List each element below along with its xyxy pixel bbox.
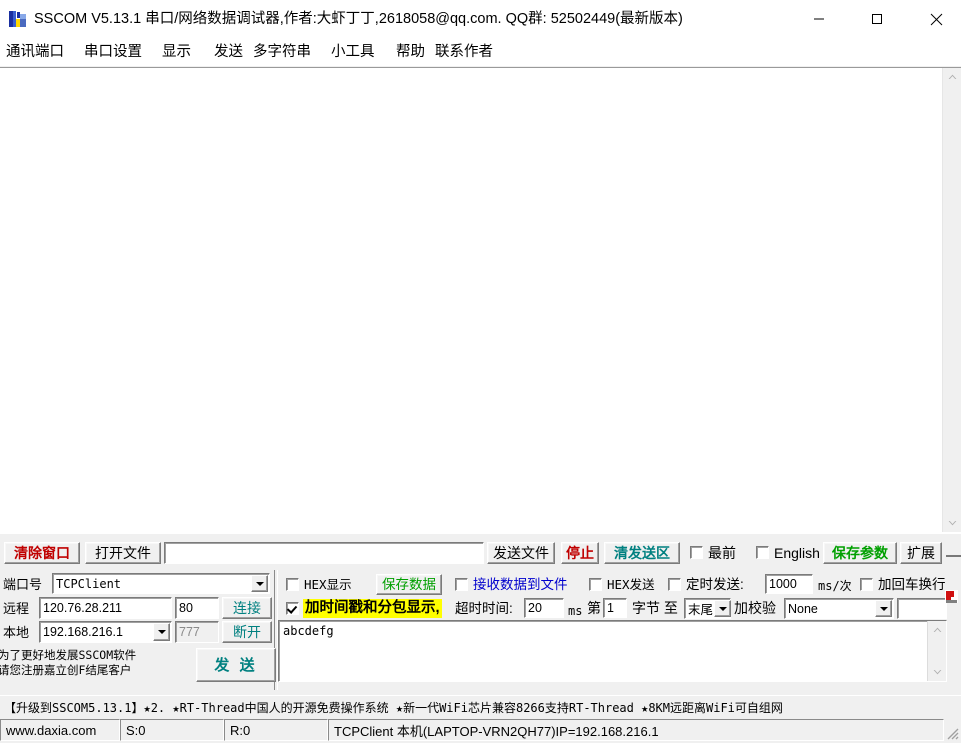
hex-display-label: HEX显示 xyxy=(304,576,352,592)
close-button[interactable] xyxy=(913,0,959,38)
remote-ip-input[interactable]: 120.76.28.211 xyxy=(39,597,172,619)
hex-send-checkbox[interactable] xyxy=(589,578,602,591)
hex-send-label: HEX发送 xyxy=(607,576,655,592)
promo-line-2: 请您注册嘉立创F结尾客户 xyxy=(0,663,132,677)
clear-send-area-button[interactable]: 清发送区 xyxy=(604,542,680,564)
crlf-label: 加回车换行 xyxy=(878,576,946,592)
timestamp-checkbox[interactable] xyxy=(286,602,299,615)
receive-scrollbar[interactable] xyxy=(942,68,961,532)
send-file-button[interactable]: 发送文件 xyxy=(487,542,555,564)
open-file-button[interactable]: 打开文件 xyxy=(85,542,161,564)
english-checkbox[interactable] xyxy=(756,546,769,559)
maximize-button[interactable] xyxy=(854,0,900,38)
chevron-down-icon xyxy=(255,581,264,586)
port-select-arrow[interactable] xyxy=(251,575,268,592)
menu-item-multi-string[interactable]: 多字符串 xyxy=(253,41,311,63)
send-text: abcdefg xyxy=(283,624,334,638)
advertisement-bar[interactable]: 【升级到SSCOM5.13.1】★2. ★RT-Thread中国人的开源免费操作… xyxy=(0,695,961,719)
title-bar: SSCOM V5.13.1 串口/网络数据调试器,作者:大虾丁丁,2618058… xyxy=(0,0,961,38)
send-button[interactable]: 发 送 xyxy=(196,648,276,682)
send-data-area[interactable]: abcdefg xyxy=(278,620,947,682)
send-interval-input[interactable]: 1000 xyxy=(765,574,813,594)
topmost-checkbox[interactable] xyxy=(690,546,703,559)
file-path-input[interactable] xyxy=(164,542,484,564)
extend-button[interactable]: 扩展 xyxy=(900,542,942,564)
recv-to-file-checkbox[interactable] xyxy=(455,578,468,591)
minimize-icon xyxy=(814,18,824,20)
port-number-label: 端口号 xyxy=(3,577,43,593)
byte-range-label: 字节 至 xyxy=(632,600,678,616)
hex-display-checkbox[interactable] xyxy=(286,578,299,591)
help-badge-icon[interactable] xyxy=(945,589,959,604)
chevron-down-icon[interactable] xyxy=(943,514,961,532)
close-icon xyxy=(930,13,942,25)
resize-grip-icon[interactable] xyxy=(943,724,959,740)
timestamp-label: 加时间戳和分包显示, xyxy=(303,599,442,618)
timeout-input[interactable]: 20 xyxy=(524,598,564,618)
receive-data-area[interactable] xyxy=(0,67,961,532)
chevron-down-icon xyxy=(718,606,727,611)
receive-text xyxy=(4,70,939,530)
chevron-up-icon[interactable] xyxy=(928,621,946,639)
english-label: English xyxy=(774,545,820,561)
promo-line-1: 为了更好地发展SSCOM软件 xyxy=(0,648,137,662)
collapse-minus-button[interactable]: — xyxy=(946,548,961,563)
connect-button[interactable]: 连接 xyxy=(222,597,272,619)
chevron-down-icon xyxy=(879,606,888,611)
chevron-down-icon xyxy=(157,630,166,634)
checksum-extra-input[interactable] xyxy=(897,598,947,619)
send-area-scrollbar[interactable] xyxy=(927,621,946,681)
crlf-checkbox[interactable] xyxy=(860,578,873,591)
clear-window-button[interactable]: 清除窗口 xyxy=(4,542,80,564)
port-select[interactable]: TCPClient xyxy=(52,573,270,594)
disconnect-button[interactable]: 断开 xyxy=(222,621,272,643)
sscom-window: SSCOM V5.13.1 串口/网络数据调试器,作者:大虾丁丁,2618058… xyxy=(0,0,961,742)
menu-item-send[interactable]: 发送 xyxy=(214,41,243,63)
local-ip-arrow[interactable] xyxy=(153,623,170,641)
menu-bar: 通讯端口 串口设置 显示 发送 多字符串 小工具 帮助 联系作者 xyxy=(0,38,961,66)
byte-end-arrow[interactable] xyxy=(714,600,731,617)
status-bar: www.daxia.com S:0 R:0 TCPClient 本机(LAPTO… xyxy=(0,719,961,742)
chevron-up-icon[interactable] xyxy=(943,68,961,86)
status-website[interactable]: www.daxia.com xyxy=(0,719,120,741)
menu-item-comm-port[interactable]: 通讯端口 xyxy=(6,41,64,63)
promo-text: 为了更好地发展SSCOM软件 请您注册嘉立创F结尾客户 xyxy=(0,648,184,682)
byte-prefix-label: 第 xyxy=(587,600,601,616)
stop-button[interactable]: 停止 xyxy=(561,542,599,564)
chevron-down-icon[interactable] xyxy=(928,663,946,681)
menu-item-display[interactable]: 显示 xyxy=(162,41,191,63)
checksum-arrow[interactable] xyxy=(875,600,892,617)
recv-to-file-label: 接收数据到文件 xyxy=(473,576,568,592)
timeout-label: 超时时间: xyxy=(455,600,513,616)
window-title: SSCOM V5.13.1 串口/网络数据调试器,作者:大虾丁丁,2618058… xyxy=(34,11,683,27)
local-label: 本地 xyxy=(3,625,30,641)
save-params-button[interactable]: 保存参数 xyxy=(823,542,897,564)
checksum-label: 加校验 xyxy=(734,600,776,616)
menu-item-serial-settings[interactable]: 串口设置 xyxy=(84,41,142,63)
remote-port-input[interactable]: 80 xyxy=(175,597,219,619)
save-data-button[interactable]: 保存数据 xyxy=(376,574,442,595)
sscom-app-icon xyxy=(8,9,28,29)
status-sent-count: S:0 xyxy=(120,719,224,741)
control-panel: 清除窗口 打开文件 发送文件 停止 清发送区 最前 English 保存参数 扩… xyxy=(0,532,961,695)
local-port-input[interactable]: 777 xyxy=(175,621,219,643)
byte-start-input[interactable]: 1 xyxy=(603,598,627,618)
menu-item-contact-author[interactable]: 联系作者 xyxy=(435,41,493,63)
timeout-unit-label: ms xyxy=(568,603,583,618)
status-connection-info: TCPClient 本机(LAPTOP-VRN2QH77)IP=192.168.… xyxy=(328,719,944,741)
interval-unit-label: ms/次 xyxy=(818,578,852,593)
timed-send-checkbox[interactable] xyxy=(668,578,681,591)
menu-item-tools[interactable]: 小工具 xyxy=(331,41,375,63)
remote-label: 远程 xyxy=(3,601,30,617)
topmost-label: 最前 xyxy=(708,545,736,561)
menu-item-help[interactable]: 帮助 xyxy=(396,41,425,63)
maximize-icon xyxy=(872,14,882,24)
minimize-button[interactable] xyxy=(796,0,842,38)
timed-send-label: 定时发送: xyxy=(686,576,744,592)
advertisement-text: 【升级到SSCOM5.13.1】★2. ★RT-Thread中国人的开源免费操作… xyxy=(4,701,783,715)
status-received-count: R:0 xyxy=(224,719,328,741)
